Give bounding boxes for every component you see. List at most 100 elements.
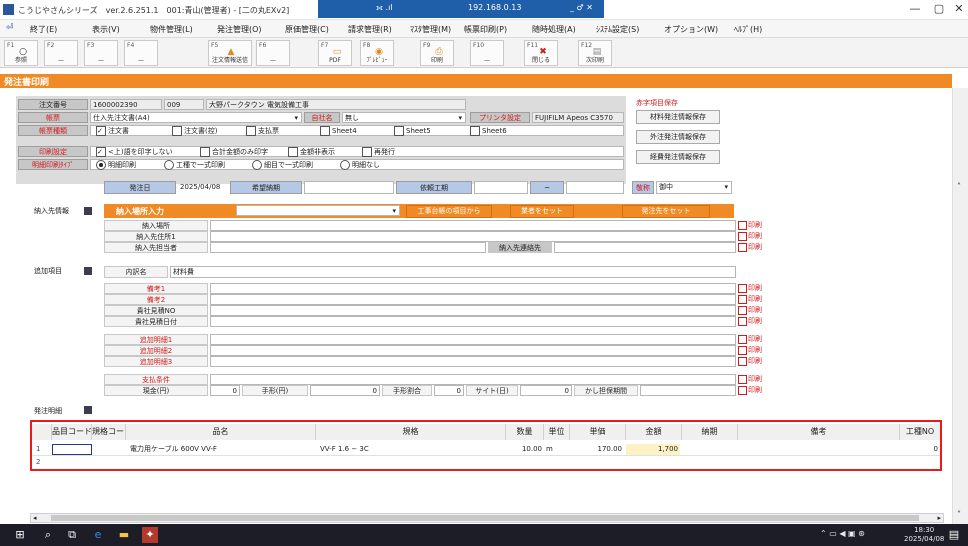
print-setting-checkbox-2[interactable]: 合計金額のみ印字	[200, 147, 268, 157]
file-explorer-icon[interactable]: ▬	[116, 527, 132, 543]
col-spec[interactable]: 規格	[316, 424, 506, 440]
desired-date-field[interactable]	[304, 181, 394, 194]
col-unit[interactable]: 単位	[544, 424, 570, 440]
cash-field[interactable]: 0	[210, 385, 240, 396]
col-due[interactable]: 納期	[682, 424, 738, 440]
f4-button[interactable]: F4—	[124, 40, 158, 66]
col-amount[interactable]: 金額	[626, 424, 682, 440]
details-section-icon[interactable]	[84, 406, 92, 414]
menu-options[interactable]: オプション(W)	[664, 24, 718, 35]
print-setting-checkbox-4[interactable]: 再発行	[362, 147, 395, 157]
from-project-button[interactable]: 工事台帳の項目から	[406, 205, 492, 218]
save-outsource-button[interactable]: 外注発注情報保存	[636, 130, 720, 144]
f9-button[interactable]: F9 ⎙ 印刷	[420, 40, 454, 66]
col-name[interactable]: 品名	[126, 424, 316, 440]
set-orderer-button[interactable]: 発注先をセット	[622, 205, 710, 218]
menu-adhoc[interactable]: 随時処理(A)	[532, 24, 576, 35]
honorific-select[interactable]: 御中 ▾	[656, 181, 732, 194]
table-row[interactable]	[32, 457, 940, 468]
site-field[interactable]: 0	[520, 385, 572, 396]
f8-button[interactable]: F8 ◉ ﾌﾟﾚﾋﾞｭｰ	[360, 40, 394, 66]
f3-button[interactable]: F3—	[84, 40, 118, 66]
name-cell[interactable]: 電力用ケーブル 600V VV-F	[130, 444, 314, 455]
print-checkbox[interactable]: 印刷	[738, 294, 762, 304]
form-select[interactable]: 仕入先注文書(A4) ▾	[90, 112, 302, 123]
print-checkbox[interactable]: 印刷	[738, 334, 762, 344]
col-spec-code[interactable]: 規格コード	[92, 424, 132, 440]
col-qty[interactable]: 数量	[506, 424, 544, 440]
extra-detail3-field[interactable]	[210, 356, 736, 367]
horizontal-scrollbar[interactable]: ◂ ▸	[30, 513, 944, 523]
set-vendor-button[interactable]: 業者をセット	[510, 205, 574, 218]
delivery-person-field[interactable]	[210, 242, 486, 253]
f12-button[interactable]: F12 ▤ 次印刷	[578, 40, 612, 66]
scroll-thumb[interactable]	[51, 515, 919, 521]
task-view-icon[interactable]: ⧉	[64, 527, 80, 543]
notification-icon[interactable]: ▤	[946, 527, 962, 543]
bill-ratio-field[interactable]: 0	[434, 385, 464, 396]
price-cell[interactable]: 170.00	[570, 444, 623, 455]
print-checkbox[interactable]: 印刷	[738, 242, 762, 252]
form-type-checkbox-4[interactable]: Sheet4	[320, 126, 357, 136]
qty-cell[interactable]: 10.00	[506, 444, 542, 455]
item-name-field[interactable]: 材料費	[170, 266, 736, 278]
menu-help[interactable]: ﾍﾙﾌﾟ(H)	[734, 24, 762, 35]
order-date-field[interactable]: 2025/04/08	[178, 181, 228, 194]
close-button[interactable]: ✕	[946, 2, 968, 18]
print-checkbox[interactable]: 印刷	[738, 356, 762, 366]
amount-cell[interactable]: 1,700	[626, 444, 680, 455]
period-start-field[interactable]	[474, 181, 528, 194]
print-checkbox[interactable]: 印刷	[738, 385, 762, 395]
spec-cell[interactable]: VV-F 1.6 − 3C	[320, 444, 504, 455]
scroll-left-icon[interactable]: ◂	[33, 515, 37, 522]
col-item-code[interactable]: 品目コード	[52, 424, 92, 440]
extra-section-icon[interactable]	[84, 267, 92, 275]
scroll-down-icon[interactable]: ˅	[957, 510, 961, 519]
f6-button[interactable]: F6—	[256, 40, 290, 66]
print-setting-checkbox-1[interactable]: <上)語を印字しない	[96, 147, 173, 157]
save-expense-button[interactable]: 経費発注情報保存	[636, 150, 720, 164]
print-checkbox[interactable]: 印刷	[738, 220, 762, 230]
note-cell[interactable]	[740, 444, 898, 455]
quote-date-field[interactable]	[210, 316, 736, 327]
form-type-checkbox-2[interactable]: 注文書(控)	[172, 126, 217, 136]
detail-type-radio-3[interactable]: 細目で一式印刷	[252, 160, 313, 170]
delivery-select[interactable]: ▾	[236, 205, 400, 216]
f1-button[interactable]: F1 ○ 参照	[4, 40, 38, 66]
scroll-up-icon[interactable]: ˄	[957, 182, 961, 191]
menu-forms[interactable]: 帳票印刷(P)	[464, 24, 507, 35]
extra-detail2-field[interactable]	[210, 345, 736, 356]
col-price[interactable]: 単価	[570, 424, 626, 440]
delivery-place-field[interactable]	[210, 220, 736, 231]
vertical-scrollbar[interactable]: ˄ ˅	[952, 88, 968, 524]
period-end-field[interactable]	[566, 181, 624, 194]
form-type-checkbox-6[interactable]: Sheet6	[470, 126, 507, 136]
print-checkbox[interactable]: 印刷	[738, 305, 762, 315]
save-material-button[interactable]: 材料発注情報保存	[636, 110, 720, 124]
print-checkbox[interactable]: 印刷	[738, 316, 762, 326]
menu-billing[interactable]: 請求管理(R)	[348, 24, 392, 35]
bill-field[interactable]: 0	[310, 385, 380, 396]
detail-type-radio-1[interactable]: 明細印刷	[96, 160, 136, 170]
spec-code-cell[interactable]	[94, 444, 124, 455]
f10-button[interactable]: F10—	[470, 40, 504, 66]
col-work-no[interactable]: 工種NO	[900, 424, 940, 440]
menu-master[interactable]: ﾏｽﾀ管理(M)	[410, 24, 451, 35]
form-type-checkbox-1[interactable]: 注文書	[96, 126, 129, 136]
form-type-checkbox-3[interactable]: 支払票	[246, 126, 279, 136]
payment-field[interactable]	[210, 374, 736, 385]
scroll-right-icon[interactable]: ▸	[937, 515, 941, 522]
menu-exit[interactable]: 終了(E)	[30, 24, 57, 35]
menu-property[interactable]: 物件管理(L)	[150, 24, 193, 35]
warranty-field[interactable]	[640, 385, 736, 396]
browser-icon[interactable]: e	[90, 527, 106, 543]
work-no-cell[interactable]: 0	[900, 444, 938, 455]
extra-detail1-field[interactable]	[210, 334, 736, 345]
menu-cost[interactable]: 原価管理(C)	[285, 24, 329, 35]
clock[interactable]: 18:30 2025/04/08	[904, 526, 944, 544]
due-cell[interactable]	[684, 444, 736, 455]
menu-view[interactable]: 表示(V)	[92, 24, 120, 35]
detail-type-radio-2[interactable]: 工種で一式印刷	[164, 160, 225, 170]
print-checkbox[interactable]: 印刷	[738, 283, 762, 293]
minimize-button[interactable]: —	[902, 2, 928, 18]
